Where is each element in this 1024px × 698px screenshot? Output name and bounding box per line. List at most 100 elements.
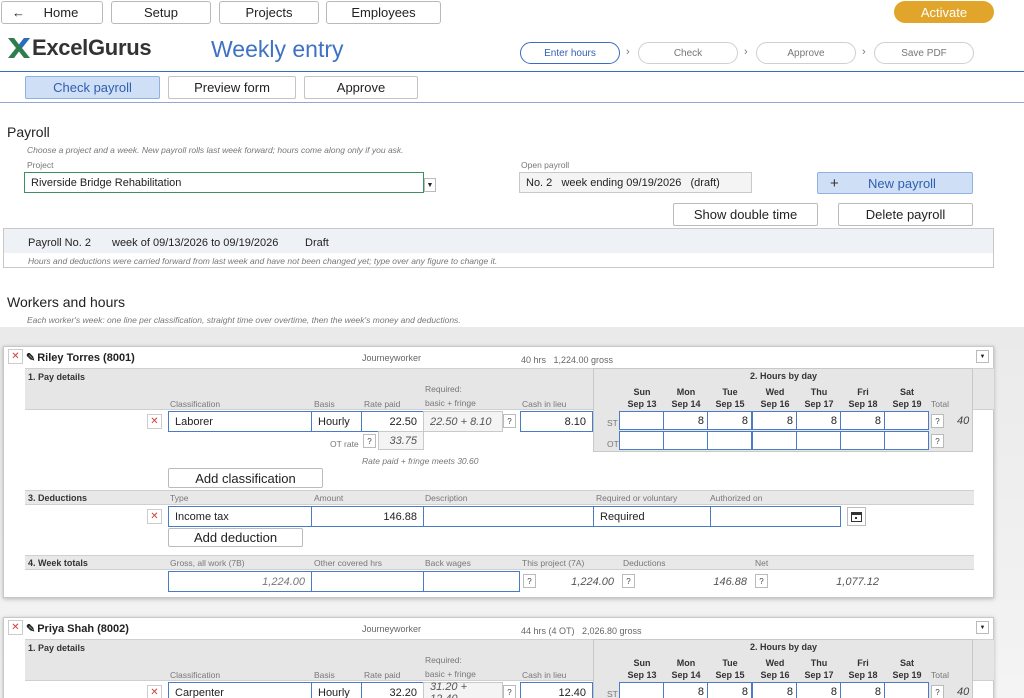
help-icon[interactable]: ? [931,414,944,428]
projects-button[interactable]: Projects [219,1,319,24]
project-select[interactable]: Riverside Bridge Rehabilitation [24,172,424,193]
delete-payroll-button[interactable]: Delete payroll [838,203,973,226]
collapse-icon[interactable]: ▼ [976,621,989,634]
dropdown-arrow-icon[interactable]: ▼ [424,178,436,192]
rate-paid-field[interactable]: 22.50 [361,411,424,432]
tab-approve[interactable]: Approve [304,76,418,99]
total-header: Total [931,399,949,409]
deduction-description-field[interactable] [423,506,594,527]
activate-button[interactable]: Activate [894,1,994,23]
chevron-right-icon: › [744,46,748,58]
basis-field[interactable]: Hourly [311,411,362,432]
st-hours-wed[interactable]: 8 [752,411,797,430]
st-hours-tue[interactable]: 8 [707,411,752,430]
remove-worker-icon[interactable]: ✕ [8,620,23,635]
summary-hint: Hours and deductions were carried forwar… [28,256,498,266]
day-header-thu: Thu Sep 17 [804,387,834,409]
add-deduction-button[interactable]: Add deduction [168,528,303,547]
classification-field[interactable]: Laborer [168,411,312,432]
tab-check-payroll[interactable]: Check payroll [25,76,160,99]
st-hours-sun[interactable] [619,682,664,698]
chevron-right-icon: › [626,46,630,58]
step-enter-hours[interactable]: Enter hours [520,42,620,64]
new-payroll-label: New payroll [868,175,936,191]
help-icon[interactable]: ? [755,574,768,588]
st-total: 40 [957,415,970,427]
worker-craft: Journeyworker [362,624,422,634]
st-hours-mon[interactable]: 8 [663,682,708,698]
gross-all-field[interactable]: 1,224.00 [168,571,312,592]
step-approve[interactable]: Approve [756,42,856,64]
setup-button[interactable]: Setup [111,1,211,24]
step-check[interactable]: Check [638,42,738,64]
day-header-tue: Tue Sep 15 [715,387,745,409]
open-payroll-value: No. 2 week ending 09/19/2026 (draft) [526,176,720,189]
rate-paid-field[interactable]: 32.20 [361,682,424,698]
pencil-icon[interactable]: ✎ [26,622,35,635]
this-project-header: This project (7A) [522,558,585,568]
help-icon[interactable]: ? [931,434,944,448]
classification-field[interactable]: Carpenter [168,682,312,698]
st-hours-sat[interactable] [884,411,929,430]
tab-preview-form[interactable]: Preview form [168,76,296,99]
remove-worker-icon[interactable]: ✕ [8,349,23,364]
basis-field[interactable]: Hourly [311,682,362,698]
st-hours-thu[interactable]: 8 [796,411,841,430]
deduction-type-header: Type [170,493,189,503]
st-hours-mon[interactable]: 8 [663,411,708,430]
plus-icon: + [830,174,839,192]
other-hrs-field[interactable] [311,571,424,592]
st-hours-fri[interactable]: 8 [840,411,885,430]
ot-hours-fri[interactable] [840,431,885,450]
back-wages-header: Back wages [425,558,471,568]
required-voluntary-field[interactable]: Required [593,506,711,527]
day-header-mon: Mon Sep 14 [671,658,701,680]
payroll-hint: Choose a project and a week. New payroll… [27,145,404,155]
authorized-on-field[interactable] [710,506,841,527]
help-icon[interactable]: ? [503,685,516,698]
new-payroll-button[interactable]: + New payroll [817,172,973,194]
help-icon[interactable]: ? [523,574,536,588]
deductions-total-value: 146.88 [713,575,747,588]
help-icon[interactable]: ? [622,574,635,588]
remove-classification-icon[interactable]: ✕ [147,414,162,429]
ot-hours-mon[interactable] [663,431,708,450]
ot-hours-wed[interactable] [752,431,797,450]
help-icon[interactable]: ? [931,685,944,698]
basis-header: Basis [314,670,335,680]
remove-deduction-icon[interactable]: ✕ [147,509,162,524]
week-totals-label: 4. Week totals [28,558,88,568]
st-hours-sat[interactable] [884,682,929,698]
st-hours-fri[interactable]: 8 [840,682,885,698]
cash-in-lieu-field[interactable]: 8.10 [520,411,593,432]
ot-hours-tue[interactable] [707,431,752,450]
cash-in-lieu-field[interactable]: 12.40 [520,682,593,698]
calendar-icon[interactable] [847,507,866,526]
st-hours-tue[interactable]: 8 [707,682,752,698]
deduction-type-field[interactable]: Income tax [168,506,312,527]
step-save-pdf[interactable]: Save PDF [874,42,974,64]
add-classification-button[interactable]: Add classification [168,468,323,488]
logo-x-icon [8,38,30,58]
show-double-time-button[interactable]: Show double time [673,203,818,226]
ot-hours-sat[interactable] [884,431,929,450]
net-header: Net [755,558,769,568]
help-icon[interactable]: ? [503,414,516,428]
st-hours-sun[interactable] [619,411,664,430]
home-button[interactable]: ← Home [1,1,103,24]
rate-paid-header: Rate paid [364,670,401,680]
st-hours-thu[interactable]: 8 [796,682,841,698]
ot-hours-sun[interactable] [619,431,664,450]
employees-button[interactable]: Employees [326,1,441,24]
st-hours-wed[interactable]: 8 [752,682,797,698]
remove-classification-icon[interactable]: ✕ [147,685,162,698]
pencil-icon[interactable]: ✎ [26,351,35,364]
day-header-fri: Fri Sep 18 [848,387,878,409]
collapse-icon[interactable]: ▼ [976,350,989,363]
deduction-amount-field[interactable]: 146.88 [311,506,424,527]
day-header-sun: Sun Sep 13 [627,387,657,409]
ot-label: OT [607,439,619,449]
help-icon[interactable]: ? [363,434,376,448]
ot-hours-thu[interactable] [796,431,841,450]
back-wages-field[interactable] [423,571,520,592]
